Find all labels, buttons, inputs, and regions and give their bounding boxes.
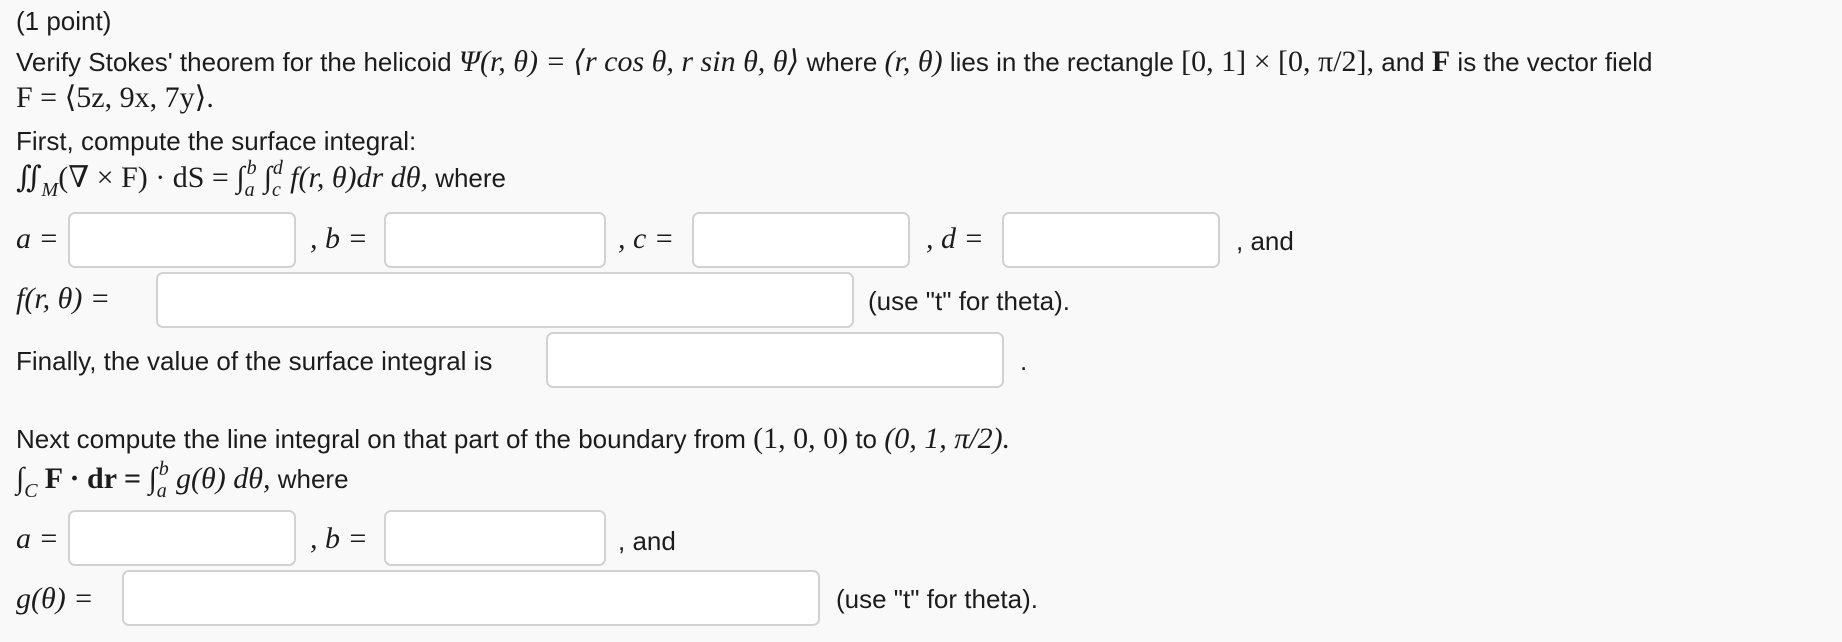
rectangle-text: [0, 1] × [0, π/2], xyxy=(1181,45,1374,78)
points-label: (1 point) xyxy=(16,6,112,36)
surface-a-input[interactable] xyxy=(68,212,296,268)
where-text-2: where xyxy=(435,163,507,193)
where-text: where xyxy=(806,47,878,77)
lower-limit-c: c xyxy=(272,179,281,201)
surface-d-input[interactable] xyxy=(1002,212,1220,268)
verify-text: Verify Stokes' theorem for the helicoid xyxy=(16,47,452,77)
and-text-2: , and xyxy=(1236,226,1294,256)
lies-text: lies in the rectangle xyxy=(949,47,1174,77)
field-definition: F = ⟨5z, 9x, 7y⟩. xyxy=(16,81,214,114)
line-integral-formula: ∫C F · dr = ∫ab g(θ) dθ, where xyxy=(16,458,349,502)
C-subscript: C xyxy=(24,480,38,502)
line-b-label: , b = xyxy=(310,522,368,555)
upper-limit-b: b xyxy=(246,157,257,179)
g-label: g(θ) = xyxy=(16,582,94,615)
surface-final-text: Finally, the value of the surface integr… xyxy=(16,346,493,376)
line-integral-sign: ∫ xyxy=(16,462,25,495)
to-point: (0, 1, π/2). xyxy=(884,422,1011,455)
M-subscript: M xyxy=(41,179,59,201)
problem-statement: Verify Stokes' theorem for the helicoid … xyxy=(16,44,1653,79)
integral-sign-2: ∫ xyxy=(263,161,273,194)
and-text-3: , and xyxy=(618,526,676,556)
surface-c-label: , c = xyxy=(618,222,675,255)
surface-value-input[interactable] xyxy=(546,332,1004,388)
surface-d-label: , d = xyxy=(926,222,984,255)
line-integral-sign-2: ∫ xyxy=(148,462,157,495)
integral-sign-1: ∫ xyxy=(236,161,245,194)
f-label: f(r, θ) = xyxy=(16,282,111,315)
line-upper-limit-b: b xyxy=(158,458,169,480)
surface-a-label: a = xyxy=(16,222,59,255)
surface-b-input[interactable] xyxy=(384,212,606,268)
and-text: and xyxy=(1381,47,1425,77)
g-hint: (use "t" for theta). xyxy=(836,584,1038,614)
rtheta-text: (r, θ) xyxy=(884,45,943,78)
line-lower-limit-a: a xyxy=(156,480,167,502)
psi-definition: Ψ(r, θ) = ⟨r cos θ, r sin θ, θ⟩ xyxy=(458,45,800,78)
from-point: (1, 0, 0) xyxy=(753,422,849,455)
g-input[interactable] xyxy=(122,570,820,626)
surface-c-input[interactable] xyxy=(692,212,910,268)
to-word: to xyxy=(855,424,878,454)
where-text-3: where xyxy=(277,464,349,494)
line-lhs: F · dr = xyxy=(44,462,149,495)
curl-expression: (∇ × F) · dS = xyxy=(58,161,237,194)
line-b-input[interactable] xyxy=(384,510,606,566)
integrand-g: g(θ) dθ, xyxy=(176,462,271,495)
is-field-text: is the vector field xyxy=(1457,47,1653,77)
line-a-input[interactable] xyxy=(68,510,296,566)
F-symbol: F xyxy=(1431,45,1451,78)
integrand-f: f(r, θ)dr dθ, xyxy=(290,161,428,194)
line-instruction-text: Next compute the line integral on that p… xyxy=(16,424,746,454)
line-integral-instruction: Next compute the line integral on that p… xyxy=(16,422,1010,456)
surface-instruction: First, compute the surface integral: xyxy=(16,126,417,156)
line-a-label: a = xyxy=(16,522,59,555)
lower-limit-a: a xyxy=(244,179,255,201)
surface-period: . xyxy=(1020,346,1028,376)
surface-b-label: , b = xyxy=(310,222,368,255)
double-integral-sign: ∬ xyxy=(16,161,42,194)
f-hint: (use "t" for theta). xyxy=(868,286,1070,316)
f-input[interactable] xyxy=(156,272,854,328)
surface-integral-formula: ∬M(∇ × F) · dS = ∫ab ∫cd f(r, θ)dr dθ, w… xyxy=(16,157,507,201)
upper-limit-d: d xyxy=(272,157,283,179)
